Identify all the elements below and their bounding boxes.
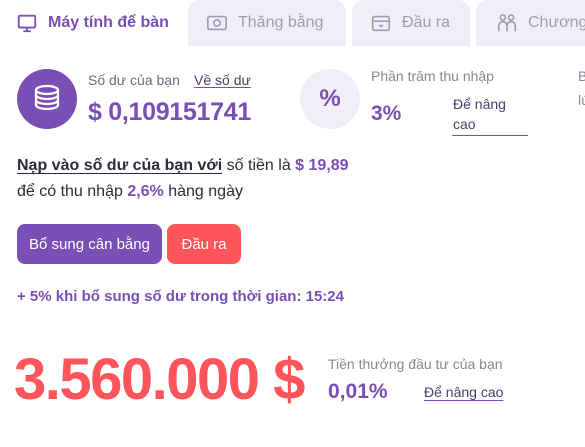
invest-amount: 3.560.000 $ [14,347,305,412]
deposit-info-line-1: Nạp vào số dư của bạn với số tiền là $ 1… [17,157,349,175]
balance-icon [207,15,227,31]
wallet-icon [371,15,391,32]
people-icon [497,14,517,32]
balance-label: Số dư của bạn [88,72,180,88]
tab-chapter[interactable]: Chương [476,0,585,46]
withdraw-button[interactable]: Đầu ra [167,224,241,264]
deposit-amount: $ 19,89 [295,157,349,174]
coins-icon [34,84,60,111]
balance-value: $ 0,109151741 [88,98,251,126]
deposit-text-end: hàng ngày [163,183,243,200]
tab-bar: Máy tính để bàn Thăng bằng Đầu ra Chương [0,0,585,46]
truncated-label: B [578,68,585,84]
upgrade-link[interactable]: Để nâng cao [452,94,528,136]
daily-rate: 2,6% [127,183,164,200]
income-percent-label: Phần trăm thu nhập [371,68,494,84]
topup-button[interactable]: Bổ sung cân bằng [17,224,162,264]
income-percent-value: 3% [371,102,402,125]
truncated-value: lú [578,92,585,108]
balance-icon-circle [17,69,77,129]
invest-bonus-rate: 0,01% [328,380,388,403]
about-balance-link[interactable]: Về số dư [194,72,251,88]
tab-withdraw[interactable]: Đầu ra [352,0,470,46]
deposit-link[interactable]: Nạp vào số dư của bạn với [17,157,222,174]
deposit-text-start: để có thu nhập [17,183,128,200]
tab-desktop[interactable]: Máy tính để bàn [0,0,182,46]
tab-balance[interactable]: Thăng bằng [188,0,346,46]
percent-icon: % [300,69,360,129]
desktop-icon [17,14,37,33]
tab-label: Chương [528,14,585,31]
deposit-info-line-2: để có thu nhập 2,6% hàng ngày [17,183,243,201]
bonus-timer: + 5% khi bổ sung số dư trong thời gian: … [17,288,344,305]
tab-label: Đầu ra [402,14,451,31]
deposit-text: số tiền là [222,157,296,174]
invest-upgrade-link[interactable]: Để nâng cao [424,384,503,400]
invest-bonus-label: Tiền thưởng đầu tư của bạn [328,356,503,372]
tab-label: Thăng bằng [238,14,324,31]
tab-label: Máy tính để bàn [48,14,169,31]
